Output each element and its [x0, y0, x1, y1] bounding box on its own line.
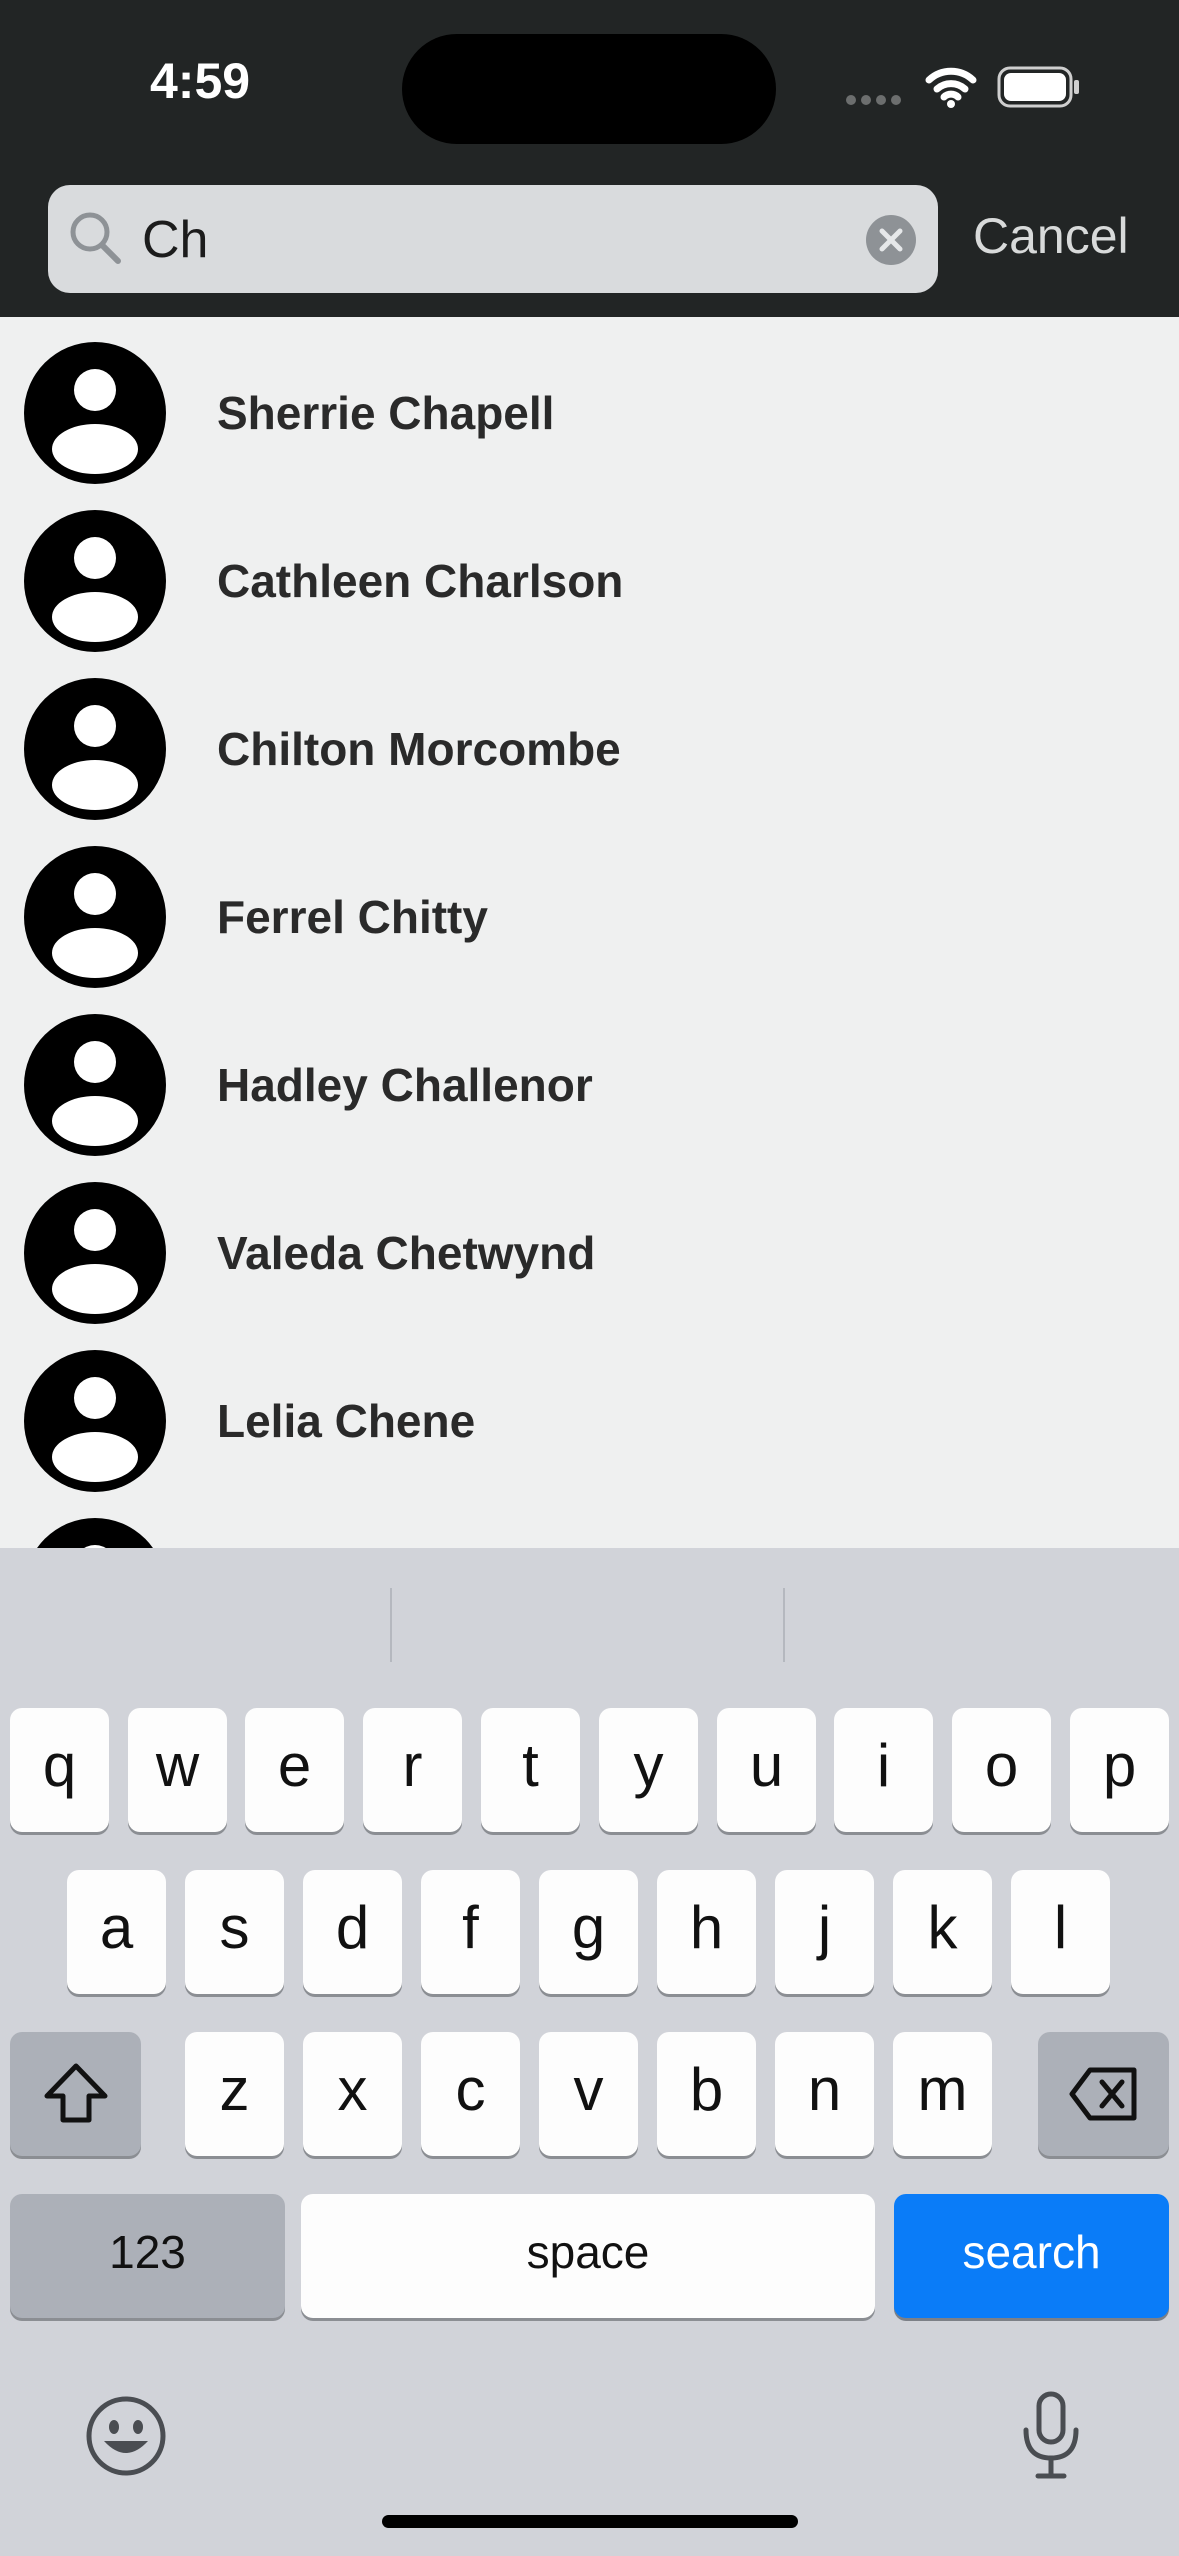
- key-p[interactable]: p: [1070, 1708, 1169, 1832]
- key-k[interactable]: k: [893, 1870, 992, 1994]
- delete-button[interactable]: [1038, 2032, 1169, 2156]
- key-z[interactable]: z: [185, 2032, 284, 2156]
- battery-icon: [997, 66, 1079, 108]
- key-d[interactable]: d: [303, 1870, 402, 1994]
- person-icon: [24, 342, 166, 484]
- home-indicator: [382, 2515, 798, 2528]
- key-o[interactable]: o: [952, 1708, 1051, 1832]
- key-g[interactable]: g: [539, 1870, 638, 1994]
- key-t[interactable]: t: [481, 1708, 580, 1832]
- shift-button[interactable]: [10, 2032, 141, 2156]
- contact-row[interactable]: Cathleen Charlson: [0, 497, 1179, 665]
- key-s[interactable]: s: [185, 1870, 284, 1994]
- contact-row[interactable]: Hadley Challenor: [0, 1001, 1179, 1169]
- contact-row[interactable]: Chilton Morcombe: [0, 665, 1179, 833]
- key-x[interactable]: x: [303, 2032, 402, 2156]
- signal-dot: [846, 95, 856, 105]
- person-icon: [24, 678, 166, 820]
- signal-dot: [891, 95, 901, 105]
- space-bar[interactable]: space: [301, 2194, 875, 2318]
- numbers-button[interactable]: 123: [10, 2194, 285, 2318]
- contact-name: Valeda Chetwynd: [217, 1227, 596, 1279]
- contact-name: Lelia Chene: [217, 1395, 476, 1447]
- key-v[interactable]: v: [539, 2032, 638, 2156]
- person-icon: [24, 510, 166, 652]
- key-a[interactable]: a: [67, 1870, 166, 1994]
- shift-icon: [44, 2063, 107, 2123]
- status-time: 4:59: [150, 53, 251, 109]
- clear-search-button[interactable]: [866, 215, 916, 265]
- key-f[interactable]: f: [421, 1870, 520, 1994]
- suggestion-divider: [783, 1588, 785, 1662]
- key-m[interactable]: m: [893, 2032, 992, 2156]
- key-i[interactable]: i: [834, 1708, 933, 1832]
- key-c[interactable]: c: [421, 2032, 520, 2156]
- key-e[interactable]: e: [245, 1708, 344, 1832]
- suggestion-divider: [390, 1588, 392, 1662]
- key-h[interactable]: h: [657, 1870, 756, 1994]
- wifi-icon: [925, 67, 977, 108]
- contact-name: Cathleen Charlson: [217, 555, 624, 607]
- contact-row[interactable]: Lelia Chene: [0, 1337, 1179, 1505]
- search-icon: [70, 212, 121, 264]
- contact-row[interactable]: Ferrel Chitty: [0, 833, 1179, 1001]
- contact-name: Chilton Morcombe: [217, 723, 621, 775]
- person-icon: [24, 1350, 166, 1492]
- microphone-icon[interactable]: [1016, 2390, 1086, 2482]
- contact-name: Hadley Challenor: [217, 1059, 593, 1111]
- key-u[interactable]: u: [717, 1708, 816, 1832]
- key-r[interactable]: r: [363, 1708, 462, 1832]
- emoji-icon[interactable]: [85, 2395, 167, 2477]
- contact-name: Sherrie Chapell: [217, 387, 555, 439]
- search-button[interactable]: search: [894, 2194, 1169, 2318]
- person-icon: [24, 1014, 166, 1156]
- contact-name: Ferrel Chitty: [217, 891, 488, 943]
- key-q[interactable]: q: [10, 1708, 109, 1832]
- contact-row[interactable]: Sherrie Chapell: [0, 329, 1179, 497]
- dynamic-island: [402, 34, 776, 144]
- clear-icon: [879, 228, 903, 252]
- key-n[interactable]: n: [775, 2032, 874, 2156]
- person-icon: [37, 1518, 153, 1548]
- key-b[interactable]: b: [657, 2032, 756, 2156]
- key-w[interactable]: w: [128, 1708, 227, 1832]
- contact-row[interactable]: Valeda Chetwynd: [0, 1169, 1179, 1337]
- person-icon: [24, 846, 166, 988]
- key-l[interactable]: l: [1011, 1870, 1110, 1994]
- person-icon: [24, 1182, 166, 1324]
- key-j[interactable]: j: [775, 1870, 874, 1994]
- signal-dot: [876, 95, 886, 105]
- search-input[interactable]: Ch: [142, 210, 208, 270]
- key-y[interactable]: y: [599, 1708, 698, 1832]
- delete-icon: [1069, 2067, 1136, 2121]
- cancel-button[interactable]: Cancel: [973, 207, 1129, 265]
- signal-dot: [861, 95, 871, 105]
